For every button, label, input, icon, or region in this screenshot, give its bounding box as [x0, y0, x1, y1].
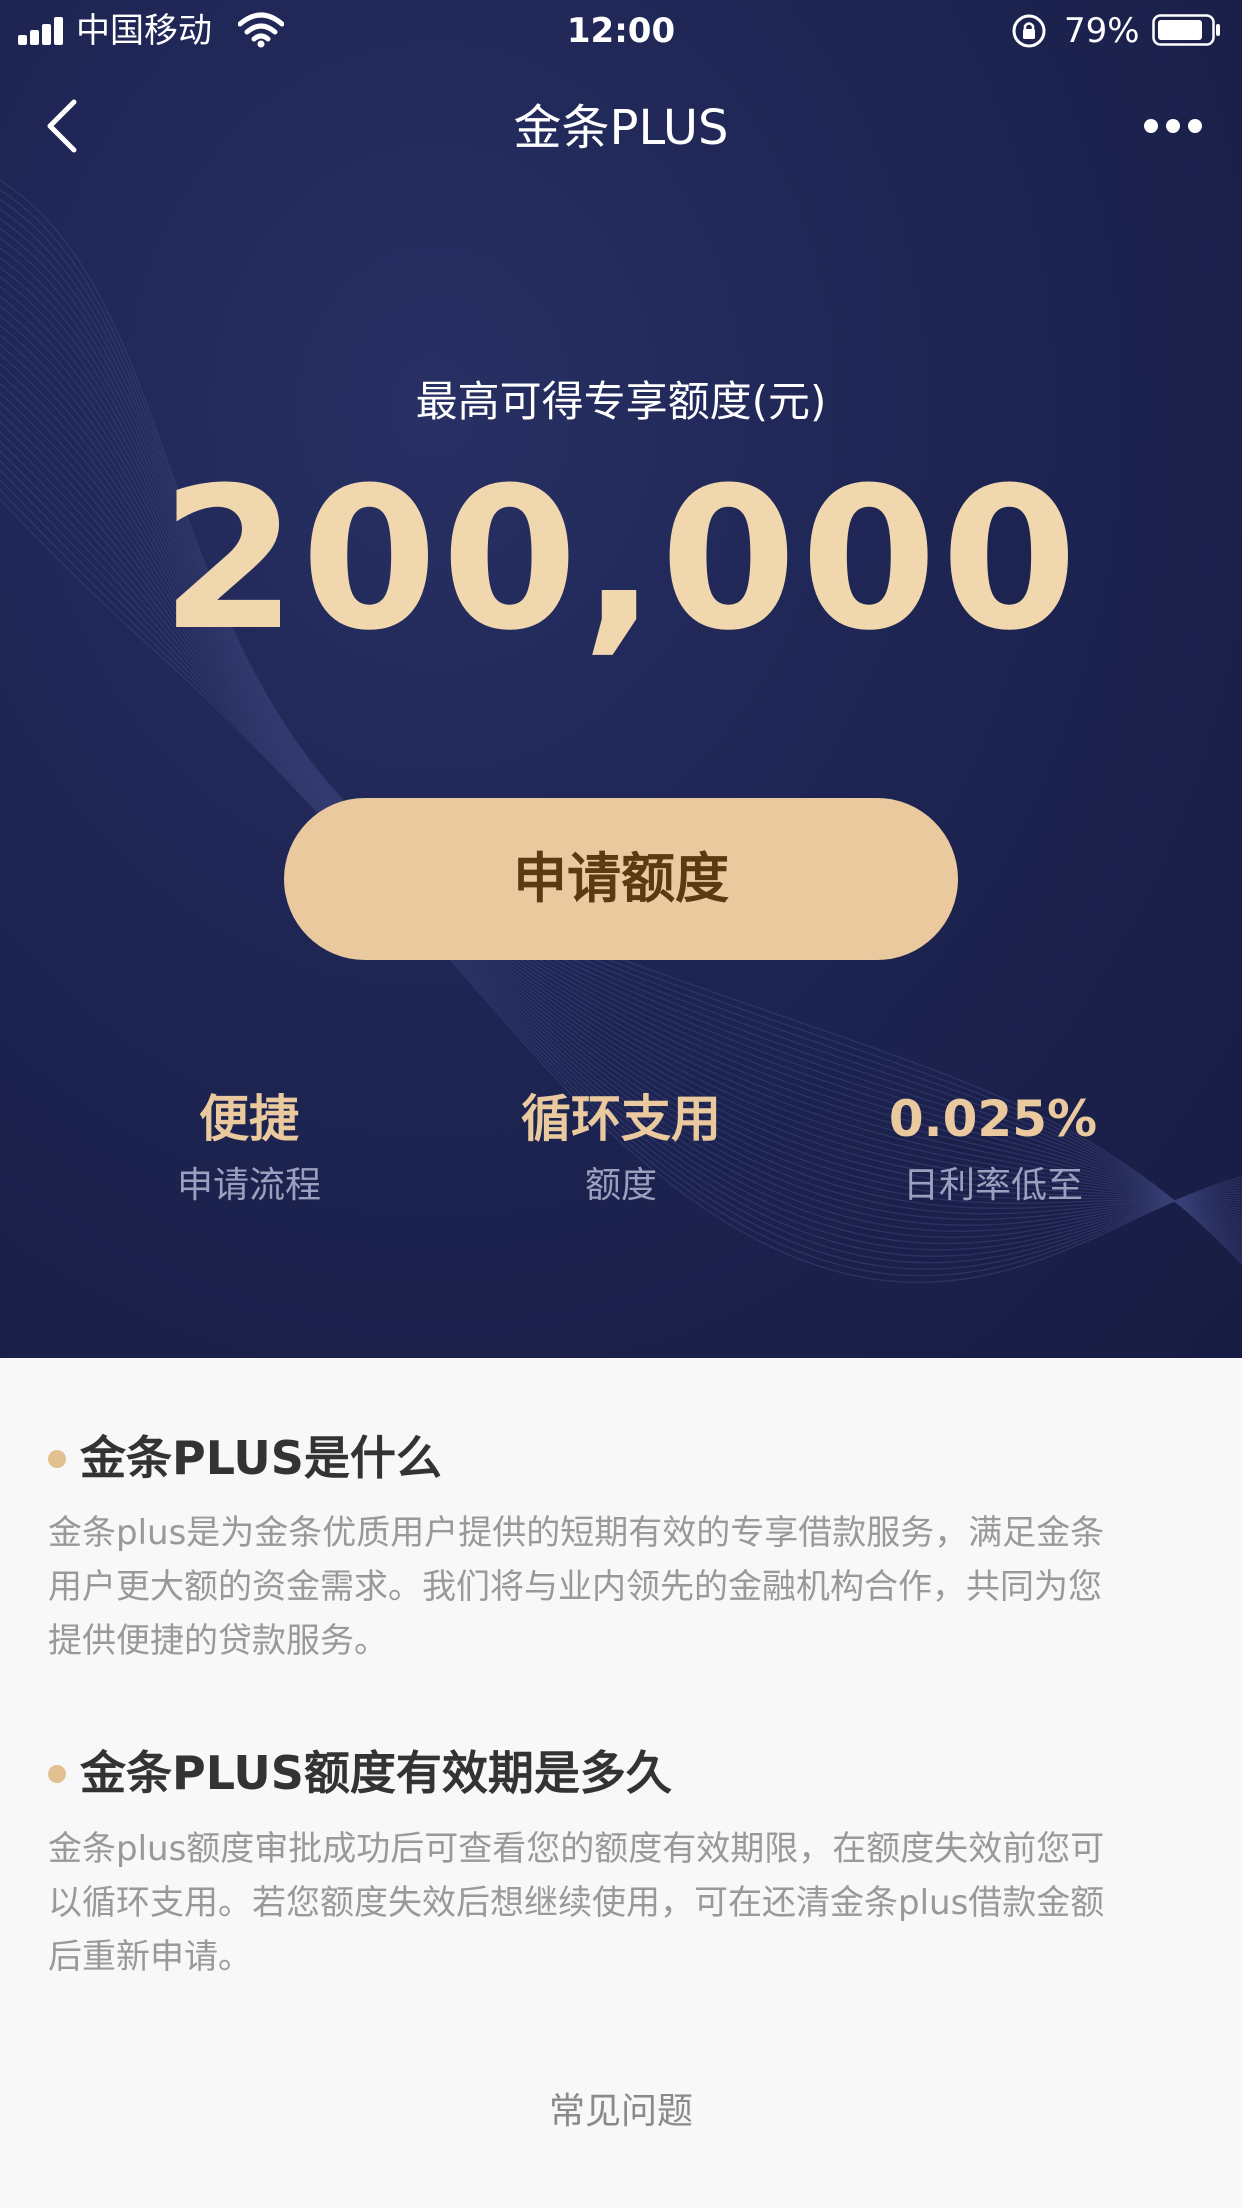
faq-section: 金条PLUS是什么 金条plus是为金条优质用户提供的短期有效的专享借款服务，满… — [0, 1358, 1242, 2208]
feature-value: 便捷 — [199, 1090, 299, 1148]
faq-title: 金条PLUS是什么 — [80, 1431, 442, 1485]
page-title: 金条PLUS — [513, 100, 729, 156]
faq-answer-line: 金条plus是为金条优质用户提供的短期有效的专享借款服务，满足金条 — [48, 1513, 1105, 1553]
status-bar: 中国移动 12:00 79% — [0, 0, 1242, 62]
feature-label: 日利率低至 — [902, 1165, 1083, 1206]
limit-label: 最高可得专享额度(元) — [415, 377, 827, 426]
more-icon[interactable] — [1140, 112, 1206, 140]
feature-label: 额度 — [584, 1165, 657, 1206]
rotation-lock-icon — [1012, 14, 1046, 48]
faq-answer-line: 后重新申请。 — [48, 1937, 252, 1977]
faq-answer: 金条plus额度审批成功后可查看您的额度有效期限，在额度失效前您可 以循环支用。… — [48, 1822, 1198, 1984]
faq-answer-line: 金条plus额度审批成功后可查看您的额度有效期限，在额度失效前您可 — [48, 1829, 1105, 1869]
faq-answer-line: 用户更大额的资金需求。我们将与业内领先的金融机构合作，共同为您 — [48, 1567, 1102, 1607]
feature-value: 0.025% — [888, 1090, 1098, 1148]
feature-rate: 0.025% 日利率低至 — [793, 1088, 1193, 1208]
common-questions-link[interactable]: 常见问题 — [0, 2088, 1242, 2136]
limit-amount: 200,000 — [160, 446, 1082, 674]
faq-answer-line: 以循环支用。若您额度失效后想继续使用，可在还清金条plus借款金额 — [48, 1883, 1105, 1923]
bullet-dot — [48, 1450, 66, 1468]
feature-revolving: 循环支用 额度 — [421, 1088, 821, 1208]
feature-convenient: 便捷 申请流程 — [49, 1088, 449, 1208]
feature-label: 申请流程 — [176, 1165, 321, 1206]
faq-title: 金条PLUS额度有效期是多久 — [80, 1746, 672, 1800]
feature-value: 循环支用 — [521, 1090, 721, 1148]
faq-answer-line: 提供便捷的贷款服务。 — [48, 1621, 388, 1661]
hero-section: 中国移动 12:00 79% 金条PLUS 最高可得专享额度(元) 200,00… — [0, 0, 1242, 1358]
faq-answer: 金条plus是为金条优质用户提供的短期有效的专享借款服务，满足金条 用户更大额的… — [48, 1506, 1198, 1668]
bullet-dot — [48, 1765, 66, 1783]
apply-limit-button[interactable]: 申请额度 — [284, 798, 958, 960]
battery-icon — [1152, 14, 1220, 46]
status-time: 12:00 — [566, 11, 676, 51]
battery-percentage: 79% — [1064, 11, 1140, 51]
